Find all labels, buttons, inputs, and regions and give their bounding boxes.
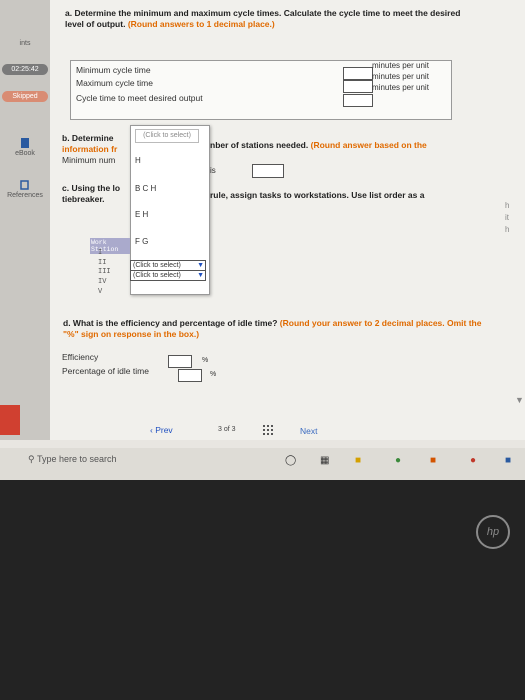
desired-cycle-label: Cycle time to meet desired output <box>76 93 203 103</box>
skipped-button[interactable]: Skipped <box>2 91 48 102</box>
taskbar-search-placeholder: Type here to search <box>36 454 117 464</box>
laptop-bezel <box>0 480 525 700</box>
unit-label: minutes per unit <box>372 83 429 92</box>
percent-sign: % <box>202 357 209 364</box>
question-c-lead2: tiebreaker. <box>62 194 105 204</box>
percent-sign: % <box>210 371 217 378</box>
station-label: V <box>98 288 103 296</box>
question-b-tail: nber of stations needed. (Round answer b… <box>210 140 510 150</box>
station-select-value: (Click to select) <box>133 262 181 269</box>
station-label: I <box>98 249 103 257</box>
references-link[interactable]: References <box>2 180 48 199</box>
task-view-icon[interactable]: ▦ <box>320 455 329 466</box>
hp-logo: hp <box>476 515 510 549</box>
question-c-tail: rule, assign tasks to workstations. Use … <box>210 190 425 200</box>
station-label: II <box>98 259 107 267</box>
min-stations-label: Minimum num <box>62 155 116 165</box>
units-column: minutes per unit minutes per unit minute… <box>372 60 458 93</box>
page-count: 3 of 3 <box>218 426 236 433</box>
main-content: a. Determine the minimum and maximum cyc… <box>50 0 525 440</box>
dropdown-option[interactable]: H <box>135 156 141 165</box>
question-b-tail-text: nber of stations needed. <box>210 140 311 150</box>
idle-input[interactable] <box>178 369 202 382</box>
desired-cycle-input[interactable] <box>343 94 373 107</box>
cortana-icon[interactable]: ◯ <box>285 455 296 466</box>
station-select-value: (Click to select) <box>133 272 181 279</box>
book-icon <box>21 138 29 148</box>
red-tab <box>0 405 20 435</box>
prev-button[interactable]: ‹ Prev <box>150 425 173 435</box>
unit-label: minutes per unit <box>372 72 429 81</box>
timer: 02:25:42 <box>2 64 48 75</box>
station-label: III <box>98 268 111 276</box>
min-stations-input[interactable] <box>252 164 284 178</box>
max-cycle-label: Maximum cycle time <box>76 78 153 88</box>
question-a-note: (Round answers to 1 decimal place.) <box>127 19 275 29</box>
chevron-down-icon: ▼ <box>197 262 204 269</box>
taskbar-search[interactable]: ⚲ Type here to search <box>28 454 116 465</box>
references-label: References <box>7 192 43 199</box>
min-cycle-label: Minimum cycle time <box>76 65 151 75</box>
station-select[interactable]: (Click to select) ▼ <box>130 270 206 281</box>
left-sidebar: ints 02:25:42 Skipped eBook References <box>0 0 50 440</box>
grid-icon[interactable] <box>263 425 273 435</box>
idle-label: Percentage of idle time <box>62 366 149 376</box>
question-d-lead: d. What is the efficiency and percentage… <box>63 318 280 328</box>
dropdown-option[interactable]: B C H <box>135 184 156 193</box>
question-c-lead: c. Using the lo <box>62 183 121 193</box>
efficiency-input[interactable] <box>168 355 192 368</box>
powerpoint-icon[interactable]: ● <box>470 455 476 466</box>
ebook-label: eBook <box>15 150 35 157</box>
question-b: b. Determine information fr <box>62 133 117 155</box>
question-d: d. What is the efficiency and percentage… <box>63 318 483 340</box>
right-edge-cutoff: h it h <box>505 201 510 234</box>
scroll-down-icon[interactable]: ▼ <box>515 395 524 405</box>
office-icon[interactable]: ■ <box>430 455 436 466</box>
references-icon <box>20 180 29 190</box>
dropdown-option[interactable]: E H <box>135 210 148 219</box>
efficiency-label: Efficiency <box>62 352 99 362</box>
points-label: ints <box>19 40 31 47</box>
question-b-lead2: information fr <box>62 144 118 154</box>
max-cycle-input[interactable] <box>343 80 373 93</box>
question-b-lead: b. Determine <box>62 133 114 143</box>
work-station-header: Work Station <box>90 238 130 254</box>
folder-icon[interactable]: ■ <box>355 455 361 466</box>
dropdown-placeholder: (Click to select) <box>135 129 199 143</box>
dropdown-option[interactable]: F G <box>135 237 148 246</box>
ebook-link[interactable]: eBook <box>2 138 48 157</box>
next-button[interactable]: Next <box>300 426 317 436</box>
station-label: IV <box>98 278 107 286</box>
chrome-icon[interactable]: ● <box>395 455 401 466</box>
question-a: a. Determine the minimum and maximum cyc… <box>65 8 475 30</box>
word-icon[interactable]: ■ <box>505 455 511 466</box>
chevron-down-icon: ▼ <box>197 272 204 279</box>
min-stations-suffix: is <box>210 166 216 175</box>
min-cycle-input[interactable] <box>343 67 373 80</box>
question-c: c. Using the lo tiebreaker. <box>62 183 120 205</box>
screen: ints 02:25:42 Skipped eBook References a… <box>0 0 525 480</box>
unit-label: minutes per unit <box>372 61 429 70</box>
prev-label: Prev <box>155 425 173 435</box>
question-b-tail-note: (Round answer based on the <box>310 140 427 150</box>
